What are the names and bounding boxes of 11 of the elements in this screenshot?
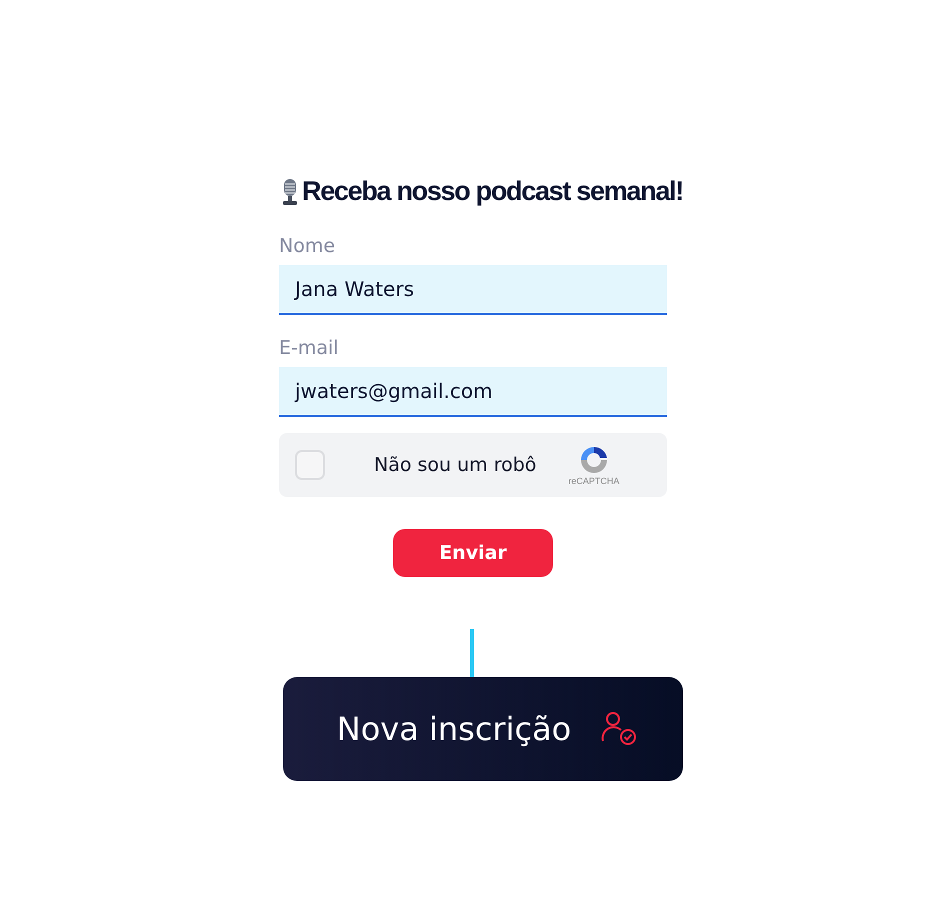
submit-button[interactable]: Enviar <box>393 529 553 577</box>
field-label: E-mail <box>279 337 340 359</box>
event-label: Nova inscrição <box>336 710 572 748</box>
input-field[interactable]: Jana Waters <box>279 265 667 315</box>
captcha-checkbox[interactable] <box>295 450 325 480</box>
input-field[interactable]: jwaters@gmail.com <box>279 367 667 417</box>
field-label: Nome <box>279 235 336 257</box>
microphone-icon <box>280 178 300 206</box>
recaptcha-label: reCAPTCHA <box>568 476 620 486</box>
form-title: Receba nosso podcast semanal! <box>302 176 683 207</box>
captcha-label: Não sou um robô <box>374 454 536 476</box>
